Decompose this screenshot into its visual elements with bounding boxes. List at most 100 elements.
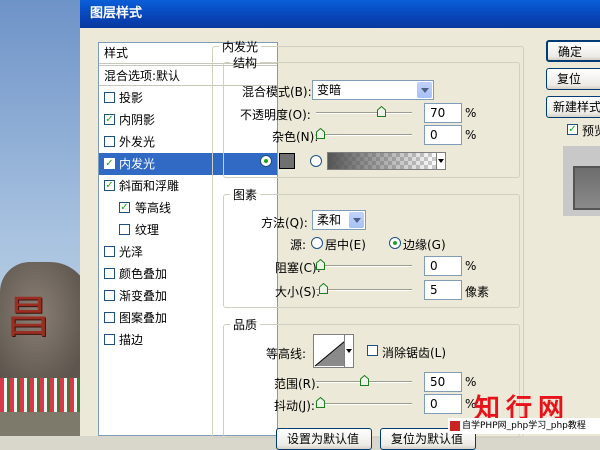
preview-label[interactable]: 预览(V) — [582, 122, 600, 139]
style-item-label: 斜面和浮雕 — [119, 179, 180, 193]
antialias-label[interactable]: 消除锯齿(L) — [382, 344, 446, 361]
blend-mode-label: 混合模式(B): — [242, 85, 312, 99]
rock-carving-character: 昌 — [6, 292, 50, 343]
style-item-checkbox[interactable] — [104, 312, 115, 323]
quality-title: 品质 — [233, 318, 258, 332]
style-item-checkbox[interactable] — [104, 136, 115, 147]
contour-label: 等高线: — [266, 347, 307, 361]
preview-checkbox[interactable]: ✓ — [567, 124, 578, 135]
noise-label: 杂色(N): — [272, 130, 319, 144]
style-item-checkbox[interactable] — [104, 246, 115, 257]
structure-title: 结构 — [233, 56, 258, 70]
style-item-checkbox[interactable] — [104, 268, 115, 279]
glow-color-swatch[interactable] — [279, 153, 295, 169]
noise-input[interactable]: 0 — [424, 125, 462, 145]
gradient-radio[interactable] — [310, 155, 322, 167]
style-item-checkbox[interactable] — [119, 224, 130, 235]
choke-percent: % — [465, 259, 477, 273]
opacity-slider-thumb[interactable] — [377, 106, 386, 117]
style-item-label: 投影 — [119, 91, 144, 105]
opacity-input[interactable]: 70 — [424, 103, 462, 123]
technique-label: 方法(Q): — [261, 216, 308, 230]
chevron-down-icon[interactable] — [344, 334, 354, 368]
size-label: 大小(S): — [275, 285, 321, 299]
opacity-slider-track — [316, 112, 412, 113]
noise-slider[interactable] — [316, 128, 412, 140]
dialog-titlebar[interactable]: 图层样式 — [80, 0, 600, 28]
jitter-slider-thumb[interactable] — [316, 397, 325, 408]
style-item-label: 内发光 — [119, 157, 156, 171]
source-center-label[interactable]: 居中(E) — [325, 236, 366, 253]
reset-button[interactable]: 复位 — [546, 68, 600, 90]
style-item-label: 纹理 — [135, 223, 160, 237]
size-slider-thumb[interactable] — [319, 283, 328, 294]
opacity-percent: % — [465, 106, 477, 120]
style-item-checkbox[interactable]: ✓ — [104, 114, 115, 125]
blend-mode-value: 变暗 — [317, 83, 342, 97]
new-style-button[interactable]: 新建样式... — [546, 96, 600, 118]
jitter-label: 抖动(J): — [274, 399, 315, 413]
style-item-checkbox[interactable]: ✓ — [119, 202, 130, 213]
size-unit: 像素 — [465, 285, 490, 299]
size-slider[interactable] — [316, 283, 412, 295]
source-edge-label[interactable]: 边缘(G) — [403, 236, 446, 253]
noise-percent: % — [465, 128, 477, 142]
flower-bed — [0, 378, 90, 412]
range-label: 范围(R): — [274, 377, 320, 391]
choke-slider[interactable] — [316, 259, 412, 271]
choke-slider-track — [316, 265, 412, 266]
jitter-slider-track — [316, 403, 412, 404]
style-preview-thumbnail — [563, 146, 600, 216]
style-item-label: 等高线 — [135, 201, 172, 215]
ok-button[interactable]: 确定 — [546, 40, 600, 62]
site-watermark: 知行网 自学PHP网_php学习_php教程 — [448, 392, 600, 436]
source-edge-radio[interactable] — [389, 237, 401, 249]
chevron-down-icon[interactable] — [417, 82, 432, 98]
style-item-checkbox[interactable] — [104, 92, 115, 103]
opacity-slider[interactable] — [316, 106, 412, 118]
solid-color-radio[interactable] — [260, 155, 272, 167]
style-item-label: 颜色叠加 — [119, 267, 168, 281]
range-percent: % — [465, 375, 477, 389]
size-slider-track — [316, 289, 412, 290]
size-input[interactable]: 5 — [424, 280, 462, 300]
inner-glow-title: 内发光 — [222, 40, 259, 54]
jitter-slider[interactable] — [316, 397, 412, 409]
choke-input[interactable]: 0 — [424, 256, 462, 276]
style-item-label: 图案叠加 — [119, 311, 168, 325]
opacity-label: 不透明度(O): — [240, 108, 311, 122]
layer-style-dialog: 图层样式 样式 混合选项:默认 投影 ✓ 内阴影 外发光 ✓ 内发光 ✓ 斜面和浮雕 ✓ 等高线纹… — [80, 0, 600, 450]
technique-value: 柔和 — [317, 213, 342, 227]
elements-title: 图素 — [233, 188, 258, 202]
dialog-title: 图层样式 — [90, 6, 143, 21]
antialias-checkbox[interactable] — [367, 345, 378, 356]
range-slider-thumb[interactable] — [360, 375, 369, 386]
site-logo-icon — [450, 420, 460, 431]
style-item-label: 内阴影 — [119, 113, 156, 127]
style-item-checkbox[interactable]: ✓ — [104, 180, 115, 191]
source-label: 源: — [290, 238, 307, 252]
source-center-radio[interactable] — [311, 237, 323, 249]
choke-slider-thumb[interactable] — [316, 259, 325, 270]
style-item-label: 描边 — [119, 333, 144, 347]
range-input[interactable]: 50 — [424, 372, 462, 392]
style-item-checkbox[interactable] — [104, 290, 115, 301]
range-slider[interactable] — [316, 375, 412, 387]
style-item-checkbox[interactable] — [104, 334, 115, 345]
noise-slider-track — [316, 134, 412, 135]
style-preview-swatch — [573, 166, 600, 210]
style-item-checkbox[interactable]: ✓ — [104, 158, 115, 169]
make-default-button[interactable]: 设置为默认值 — [276, 428, 372, 450]
style-item-label: 渐变叠加 — [119, 289, 168, 303]
glow-gradient-picker[interactable] — [327, 152, 437, 170]
chevron-down-icon[interactable] — [349, 212, 364, 228]
ground — [0, 412, 90, 436]
style-item-label: 光泽 — [119, 245, 144, 259]
noise-slider-thumb[interactable] — [316, 128, 325, 139]
style-item-label: 外发光 — [119, 135, 156, 149]
chevron-down-icon[interactable] — [436, 152, 446, 170]
watermark-caption: 自学PHP网_php学习_php教程 — [462, 421, 586, 431]
blend-mode-select[interactable]: 变暗 — [312, 80, 434, 100]
choke-label: 阻塞(C): — [275, 261, 321, 275]
technique-select[interactable]: 柔和 — [312, 210, 366, 230]
